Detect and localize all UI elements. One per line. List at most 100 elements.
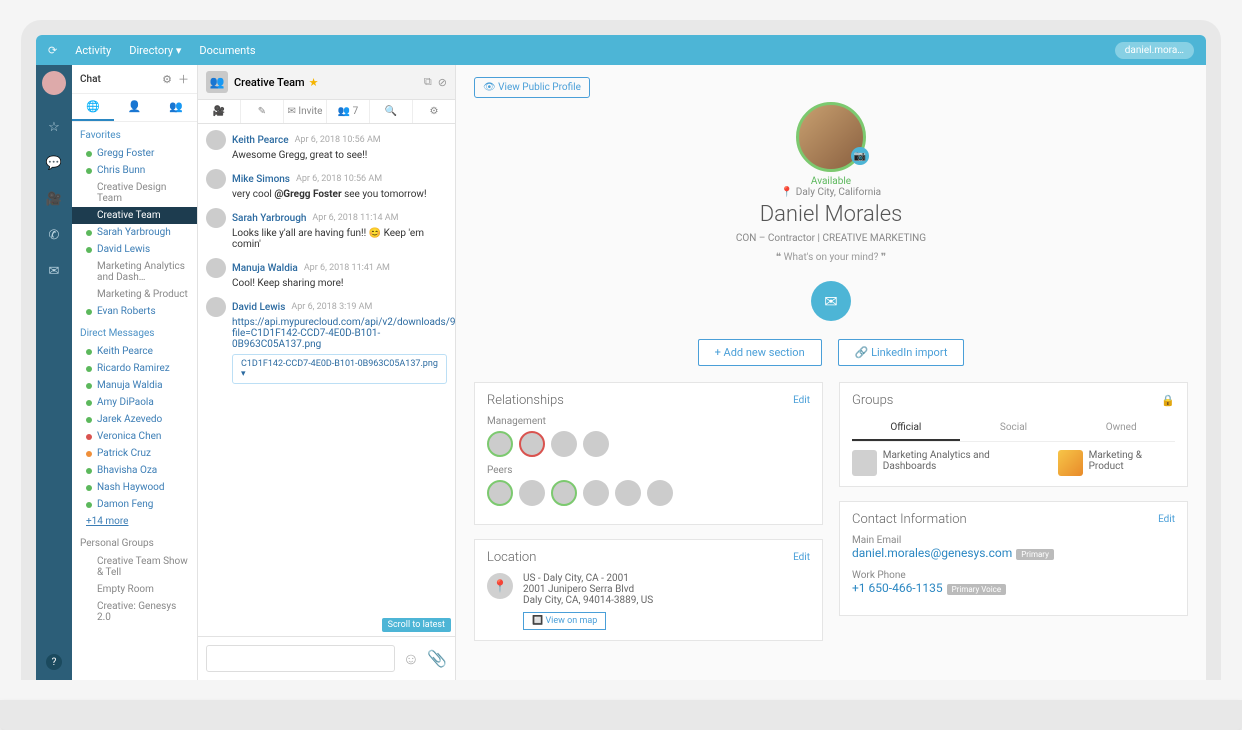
rail-avatar[interactable] [42,71,66,95]
message-time: Apr 6, 2018 11:41 AM [304,263,390,273]
message-link[interactable]: https://api.mypurecloud.com/api/v2/downl… [232,317,455,350]
camera-icon[interactable]: 📷 [851,147,869,165]
current-user-pill[interactable]: daniel.mora… [1115,42,1194,59]
relationships-edit[interactable]: Edit [793,395,810,406]
message-avatar[interactable] [206,297,226,317]
message-author[interactable]: Manuja Waldia [232,263,298,274]
sidebar-item[interactable]: Evan Roberts [72,303,197,320]
scroll-to-latest-button[interactable]: Scroll to latest [382,618,451,632]
profile-name: Daniel Morales [474,202,1188,227]
sidebar-item[interactable]: Gregg Foster [72,145,197,162]
sidebar-item[interactable]: Ricardo Ramirez [72,360,197,377]
manager-avatar[interactable] [551,431,577,457]
message-avatar[interactable] [206,258,226,278]
sidebar-item[interactable]: Patrick Cruz [72,445,197,462]
message-author[interactable]: Sarah Yarbrough [232,213,306,224]
subtab-group-icon[interactable]: 👥 [155,94,197,121]
gear-icon[interactable]: ⚙ [162,73,172,86]
manager-avatar[interactable] [583,431,609,457]
phone-icon[interactable]: ✆ [44,225,64,245]
group-item[interactable]: Marketing Analytics and Dashboards [852,450,1038,476]
add-section-button[interactable]: + Add new section [698,339,822,366]
tab-social[interactable]: Social [960,416,1068,441]
sidebar-item[interactable]: Marketing Analytics and Dash… [72,258,197,286]
message-avatar[interactable] [206,130,226,150]
video-icon[interactable]: 🎥 [44,189,64,209]
group-item[interactable]: Marketing & Product [1058,450,1175,476]
sidebar-item[interactable]: Bhavisha Oza [72,462,197,479]
phone-value[interactable]: +1 650-466-1135 [852,581,943,595]
presence-dot-icon [86,485,92,491]
sidebar-item[interactable]: Creative Design Team [72,179,197,207]
subtab-globe-icon[interactable]: 🌐 [72,94,114,121]
tab-owned[interactable]: Owned [1067,416,1175,441]
message-author[interactable]: Keith Pearce [232,135,289,146]
help-icon[interactable]: ? [46,654,62,670]
section-header: Direct Messages [72,320,197,343]
message-author[interactable]: David Lewis [232,302,285,313]
emoji-icon[interactable]: ☺ [403,649,419,669]
status-prompt[interactable]: ❝ What's on your mind? ❞ [474,252,1188,263]
sidebar-item[interactable]: Empty Room [72,581,197,598]
peer-avatar[interactable] [519,480,545,506]
sidebar-item[interactable]: Sarah Yarbrough [72,224,197,241]
sidebar-item[interactable]: Marketing & Product [72,286,197,303]
sidebar-item[interactable]: Amy DiPaola [72,394,197,411]
peer-avatar[interactable] [487,480,513,506]
message-author[interactable]: Mike Simons [232,174,290,185]
sidebar-item[interactable]: Creative: Genesys 2.0 [72,598,197,626]
settings-icon[interactable]: ⚙ [413,100,455,123]
message-input[interactable] [206,645,395,672]
contact-edit[interactable]: Edit [1158,514,1175,525]
sidebar-item[interactable]: David Lewis [72,241,197,258]
subtab-person-icon[interactable]: 👤 [114,94,156,121]
conversation-panel: 👥 Creative Team ★ ⧉ ⊘ 🎥 ✎ ✉ Invite 👥 7 🔍… [198,65,456,680]
chat-icon[interactable]: 💬 [44,153,64,173]
manager-avatar[interactable] [519,431,545,457]
email-value[interactable]: daniel.morales@genesys.com [852,546,1012,560]
add-icon[interactable]: ＋ [178,71,189,87]
presence-dot-icon [86,168,92,174]
sidebar-item[interactable]: Nash Haywood [72,479,197,496]
email-fab-icon[interactable]: ✉ [811,281,851,321]
message-avatar[interactable] [206,169,226,189]
location-edit[interactable]: Edit [793,552,810,563]
nav-documents[interactable]: Documents [199,44,255,57]
nav-activity[interactable]: Activity [75,44,111,57]
toolbar-invite[interactable]: ✉ Invite [284,100,327,123]
close-icon[interactable]: ⊘ [438,76,447,89]
message-avatar[interactable] [206,208,226,228]
sidebar-item[interactable]: Manuja Waldia [72,377,197,394]
sidebar-item[interactable]: Damon Feng [72,496,197,513]
inbox-icon[interactable]: ✉ [44,261,64,281]
file-attachment[interactable]: C1D1F142-CCD7-4E0D-B101-0B963C05A137.png… [232,354,447,384]
toolbar-people-count[interactable]: 👥 7 [327,100,370,123]
view-public-button[interactable]: 👁 View Public Profile [474,77,590,98]
sidebar-item[interactable]: Chris Bunn [72,162,197,179]
profile-avatar[interactable]: 📷 [796,102,866,172]
linkedin-import-button[interactable]: 🔗 LinkedIn import [838,339,965,366]
search-icon[interactable]: 🔍 [370,100,413,123]
sidebar-item[interactable]: Veronica Chen [72,428,197,445]
tab-official[interactable]: Official [852,416,960,441]
show-more-link[interactable]: +14 more [72,513,197,530]
nav-directory[interactable]: Directory ▾ [129,44,181,57]
chat-subtabs: 🌐 👤 👥 [72,94,197,122]
peer-avatar[interactable] [551,480,577,506]
sidebar-item[interactable]: Keith Pearce [72,343,197,360]
toolbar-edit-icon[interactable]: ✎ [241,100,284,123]
sidebar-item[interactable]: Jarek Azevedo [72,411,197,428]
manager-avatar[interactable] [487,431,513,457]
sidebar-item[interactable]: Creative Team [72,207,197,224]
toolbar-video-icon[interactable]: 🎥 [198,100,241,123]
view-on-map-button[interactable]: 🔲 View on map [523,612,606,630]
peer-avatar[interactable] [583,480,609,506]
favorite-star-icon[interactable]: ★ [309,76,319,89]
peer-avatar[interactable] [647,480,673,506]
sidebar-item[interactable]: Creative Team Show & Tell [72,553,197,581]
popout-icon[interactable]: ⧉ [424,75,432,89]
star-icon[interactable]: ☆ [44,117,64,137]
message: Manuja WaldiaApr 6, 2018 11:41 AMCool! K… [206,258,447,289]
peer-avatar[interactable] [615,480,641,506]
attach-icon[interactable]: 📎 [427,649,447,668]
